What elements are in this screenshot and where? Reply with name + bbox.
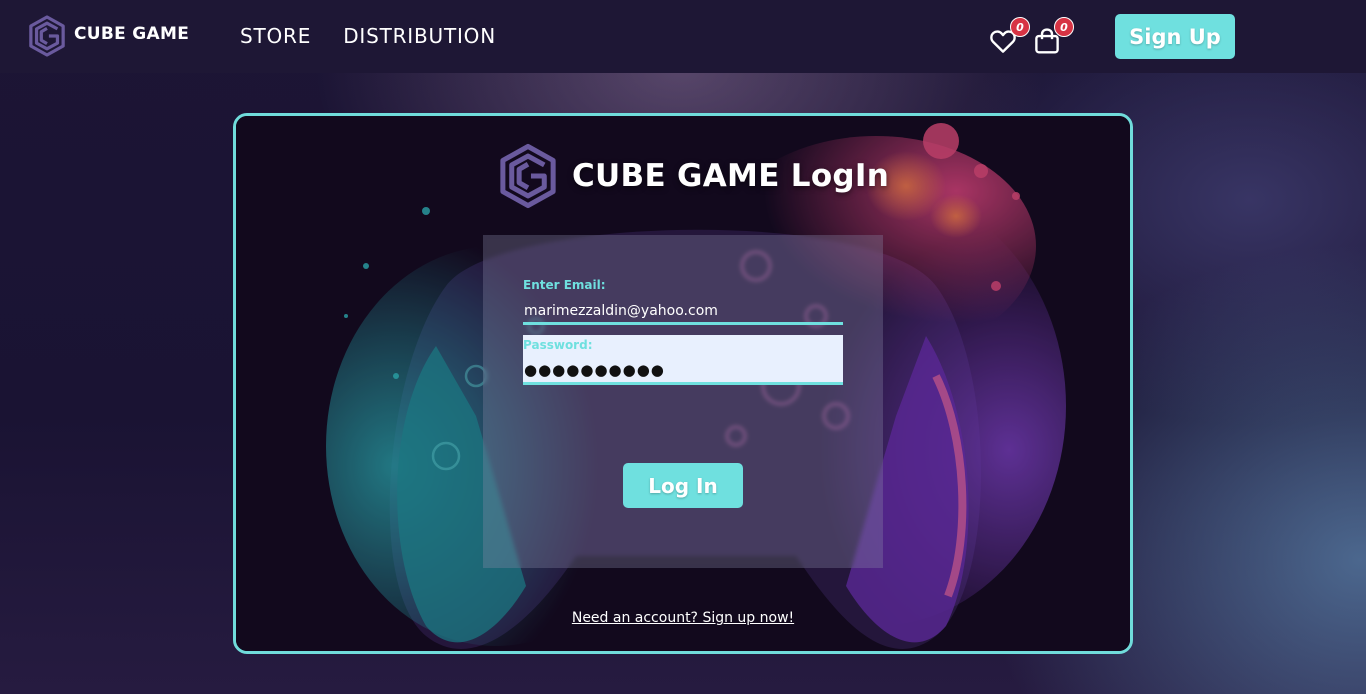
login-button[interactable]: Log In	[623, 463, 743, 508]
email-label: Enter Email:	[523, 278, 606, 292]
signup-button[interactable]: Sign Up	[1115, 14, 1235, 59]
cube-logo-icon	[500, 143, 556, 209]
email-field[interactable]	[523, 299, 843, 325]
cart-count-badge: 0	[1054, 17, 1074, 37]
page-title: CUBE GAME LogIn	[572, 158, 890, 194]
signup-link-row: Need an account? Sign up now!	[236, 610, 1130, 626]
wishlist-button[interactable]: 0	[988, 17, 1030, 56]
password-field[interactable]: ●●●●●●●●●●	[524, 361, 840, 381]
brand[interactable]: CUBE GAME	[28, 14, 189, 58]
main-nav: STORE DISTRIBUTION	[240, 24, 496, 48]
signup-link[interactable]: Need an account? Sign up now!	[572, 610, 794, 626]
top-navigation-bar: CUBE GAME STORE DISTRIBUTION 0 0 Sign Up	[0, 0, 1366, 73]
login-card: CUBE GAME LogIn Enter Email: Password: ●…	[233, 113, 1133, 654]
nav-store[interactable]: STORE	[240, 24, 311, 48]
login-form: Enter Email: Password: ●●●●●●●●●● Log In	[483, 235, 883, 568]
password-label: Password:	[523, 338, 593, 352]
cart-button[interactable]: 0	[1032, 17, 1074, 56]
brand-name: CUBE GAME	[74, 24, 190, 44]
cube-logo-icon	[29, 15, 65, 57]
login-heading: CUBE GAME LogIn	[498, 142, 889, 210]
password-field-box[interactable]: Password: ●●●●●●●●●●	[523, 335, 843, 385]
wishlist-count-badge: 0	[1010, 17, 1030, 37]
nav-distribution[interactable]: DISTRIBUTION	[343, 24, 496, 48]
